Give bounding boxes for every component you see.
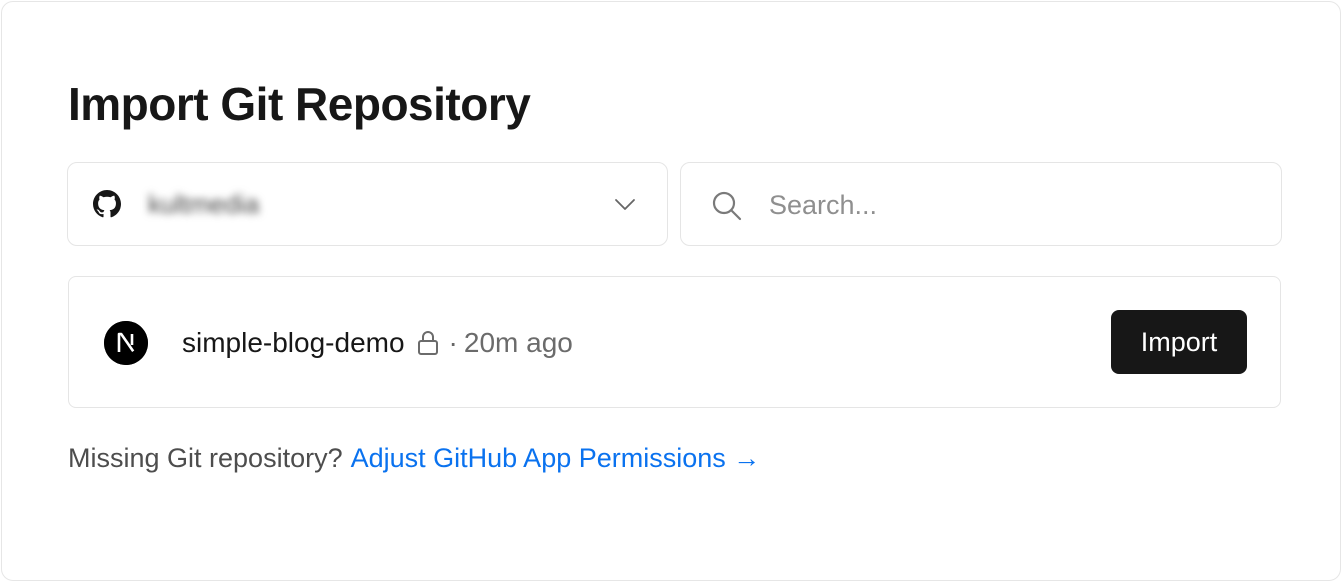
repository-list: simple-blog-demo · 20m ago Import	[68, 276, 1281, 408]
import-card: Import Git Repository kultmedia Search..…	[1, 1, 1341, 581]
github-icon	[93, 190, 121, 218]
account-name: kultmedia	[148, 188, 260, 219]
missing-repo-prompt: Missing Git repository?	[68, 443, 343, 473]
missing-repo-note: Missing Git repository? Adjust GitHub App…	[68, 439, 760, 477]
list-item: simple-blog-demo · 20m ago Import	[69, 277, 1280, 407]
chevron-down-icon	[613, 192, 637, 216]
adjust-permissions-link[interactable]: Adjust GitHub App Permissions →	[351, 443, 761, 473]
import-button[interactable]: Import	[1111, 310, 1247, 374]
repository-name: simple-blog-demo	[182, 327, 405, 358]
lock-icon	[415, 329, 441, 357]
separator: ·	[448, 327, 458, 358]
repository-meta: simple-blog-demo · 20m ago	[182, 324, 573, 362]
account-scope-select[interactable]: kultmedia	[67, 162, 668, 246]
updated-time: 20m ago	[463, 327, 573, 358]
search-input[interactable]	[769, 183, 1249, 227]
repository-search[interactable]	[680, 162, 1282, 246]
page-title: Import Git Repository	[68, 78, 531, 130]
search-icon	[711, 190, 743, 222]
nextjs-logo-icon	[104, 321, 148, 365]
